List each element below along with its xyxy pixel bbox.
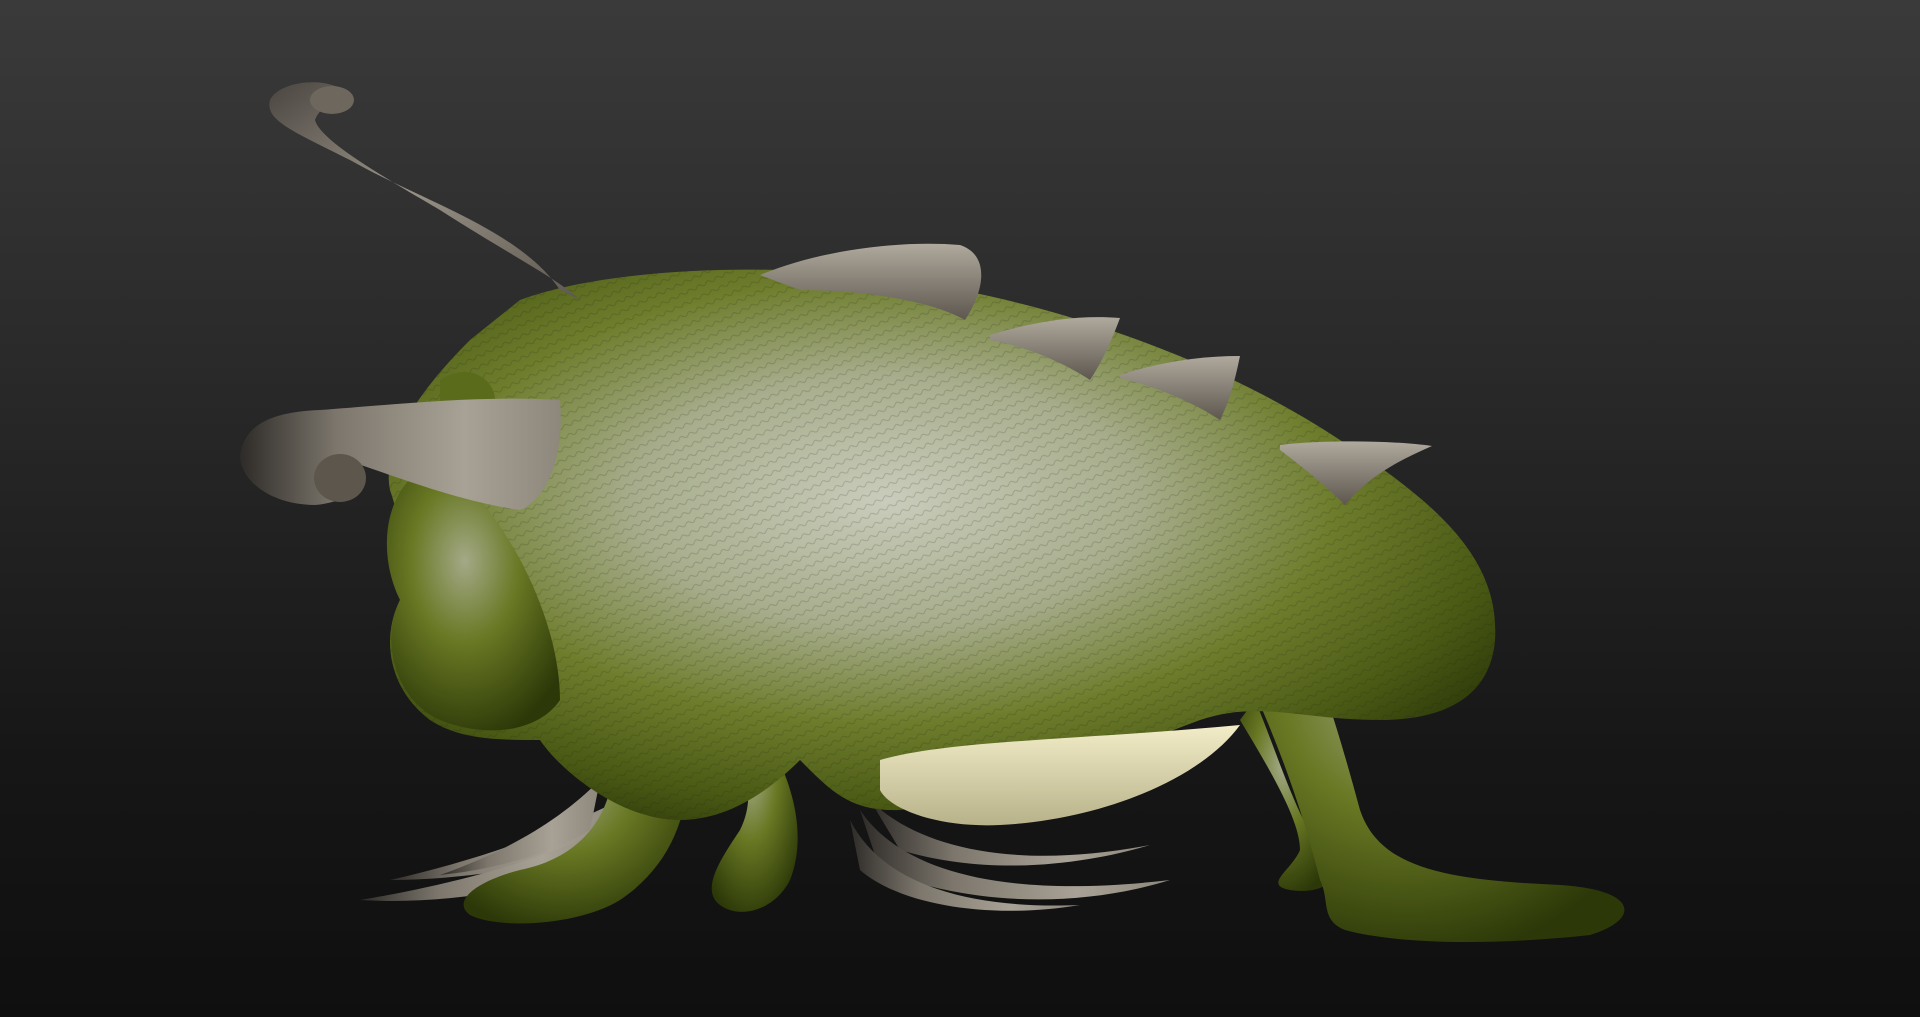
horn-tip-upper [310, 86, 354, 114]
creature-model[interactable] [240, 82, 1625, 942]
sculpt-canvas[interactable] [0, 0, 1920, 1017]
3d-viewport[interactable] [0, 0, 1920, 1017]
upper-horn [269, 82, 580, 301]
horn-tip [314, 454, 366, 502]
